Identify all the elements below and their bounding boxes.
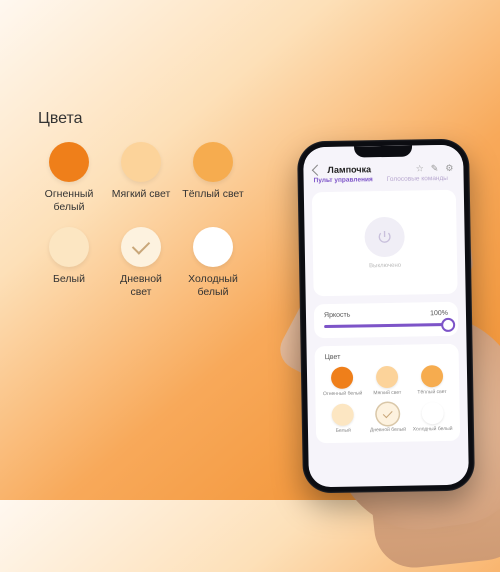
phone-color-swatch[interactable] <box>377 403 399 425</box>
brightness-card: Яркость 100% <box>314 302 459 339</box>
palette-swatch[interactable] <box>49 227 89 267</box>
phone-color-label: Мягкий свет <box>373 391 401 397</box>
phone-color-0[interactable]: Огненный белый <box>321 366 364 397</box>
tab-voice[interactable]: Голосовые команды <box>387 175 448 183</box>
app-title: Лампочка <box>327 164 409 175</box>
phone-color-2[interactable]: Тёплый свет <box>410 365 453 396</box>
phone-color-label: Дневной белый <box>370 427 406 433</box>
palette-swatch[interactable] <box>121 142 161 182</box>
status-bar <box>303 145 463 162</box>
palette-grid: Огненный белый Мягкий свет Тёплый свет Белы… <box>38 142 258 298</box>
palette-swatch[interactable] <box>49 142 89 182</box>
color-palette: Цвета Огненный белый Мягкий свет Тёплый св… <box>38 110 258 298</box>
phone-color-label: Белый <box>336 428 351 434</box>
phone-color-swatch[interactable] <box>376 366 398 388</box>
phone-color-label: Огненный белый <box>323 391 362 397</box>
brightness-label: Яркость <box>324 312 350 319</box>
back-icon[interactable] <box>312 165 323 176</box>
phone-screen: Лампочка ☆ ✎ ⚙ Пульт управления Голосовы… <box>303 145 469 488</box>
brightness-slider[interactable] <box>324 323 448 328</box>
phone-color-4[interactable]: Дневной белый <box>366 402 409 433</box>
power-card: Выключено <box>312 190 458 296</box>
phone-color-label: Холодный белый <box>413 427 453 433</box>
settings-icon[interactable]: ⚙ <box>445 163 453 172</box>
power-state-label: Выключено <box>369 263 401 270</box>
phone-color-swatch[interactable] <box>331 367 353 389</box>
palette-item-2[interactable]: Тёплый свет <box>182 142 244 213</box>
palette-swatch[interactable] <box>193 227 233 267</box>
phone-color-swatch[interactable] <box>421 365 443 387</box>
palette-title: Цвета <box>38 110 258 128</box>
phone-color-card: Цвет Огненный белыйМягкий светТёплый све… <box>315 344 461 443</box>
tab-control[interactable]: Пульт управления <box>314 176 373 184</box>
phone-color-swatch[interactable] <box>332 403 354 425</box>
favorite-icon[interactable]: ☆ <box>416 164 424 173</box>
palette-item-4[interactable]: Дневной свет <box>110 227 172 298</box>
palette-label: Огненный белый <box>38 188 100 213</box>
phone-color-5[interactable]: Холодный белый <box>411 402 454 433</box>
brightness-value: 100% <box>430 310 448 317</box>
phone-color-grid: Огненный белый Мягкий свет Тёплый свет Белы… <box>321 365 454 435</box>
palette-label: Мягкий свет <box>112 188 171 201</box>
edit-icon[interactable]: ✎ <box>431 164 439 173</box>
tabs: Пульт управления Голосовые команды <box>304 175 464 189</box>
palette-item-3[interactable]: Белый <box>38 227 100 298</box>
palette-label: Холодный белый <box>182 273 244 298</box>
palette-label: Тёплый свет <box>182 188 243 201</box>
palette-item-1[interactable]: Мягкий свет <box>110 142 172 213</box>
palette-item-0[interactable]: Огненный белый <box>38 142 100 213</box>
phone-color-label: Тёплый свет <box>417 390 446 396</box>
phone-frame: Лампочка ☆ ✎ ⚙ Пульт управления Голосовы… <box>297 139 475 494</box>
palette-label: Белый <box>53 273 85 286</box>
palette-item-5[interactable]: Холодный белый <box>182 227 244 298</box>
palette-swatch[interactable] <box>193 142 233 182</box>
palette-swatch[interactable] <box>121 227 161 267</box>
palette-label: Дневной свет <box>110 273 172 298</box>
phone-color-1[interactable]: Мягкий свет <box>366 366 409 397</box>
phone-color-swatch[interactable] <box>421 402 443 424</box>
power-button[interactable] <box>364 217 405 258</box>
phone-color-3[interactable]: Белый <box>322 403 365 434</box>
